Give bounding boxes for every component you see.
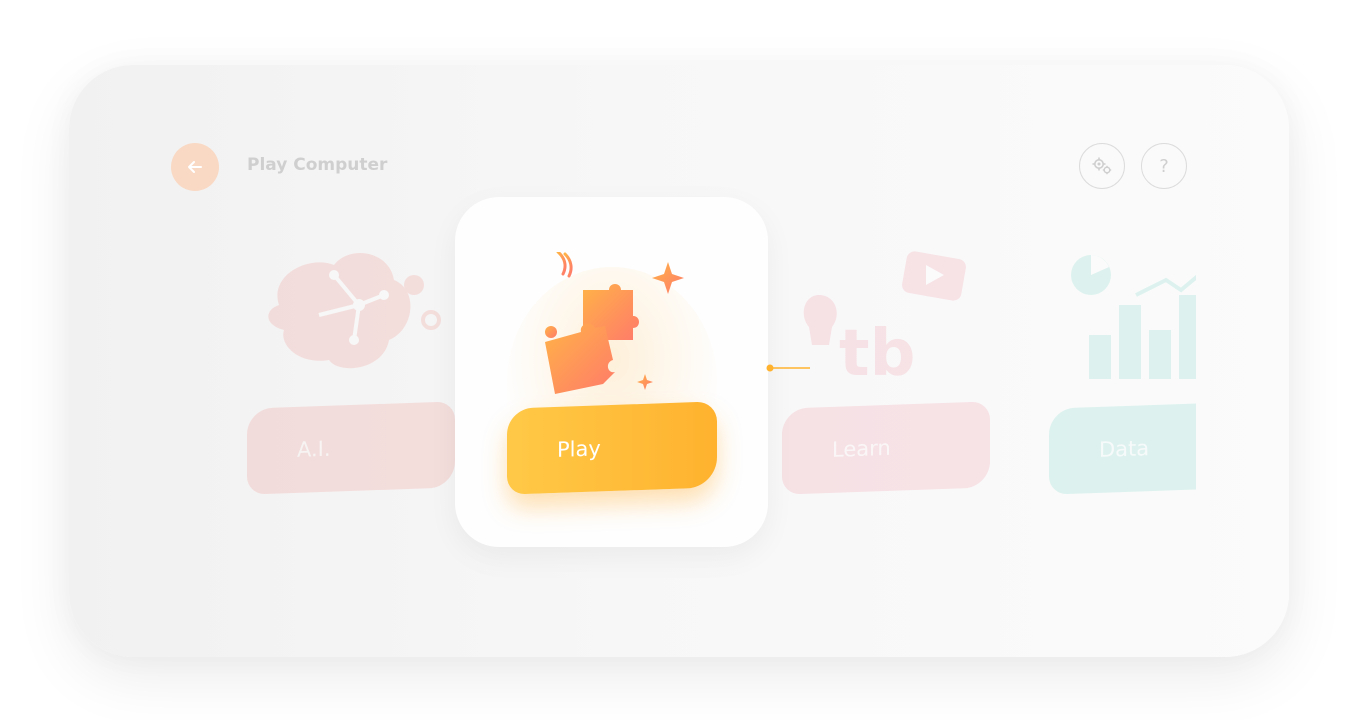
gears-icon [1092, 157, 1112, 175]
settings-button[interactable] [1079, 143, 1125, 189]
back-button[interactable] [171, 143, 219, 191]
bar-chart-icon [1071, 255, 1196, 379]
category-card-learn[interactable]: tb Learn [774, 195, 1024, 555]
app-window: Play Computer ? A.I. tb Learn Data Play [69, 65, 1289, 657]
category-card-play[interactable]: Play [455, 197, 768, 547]
category-label-play: Play [507, 401, 717, 495]
help-icon: ? [1159, 155, 1169, 177]
category-label-ai: A.I. [247, 401, 455, 495]
svg-text:tb: tb [839, 317, 915, 391]
category-label-data: Data [1049, 401, 1196, 495]
help-button[interactable]: ? [1141, 143, 1187, 189]
tb-video-icon: tb [803, 251, 966, 391]
arrow-left-icon [188, 161, 202, 173]
category-card-data[interactable]: Data [1041, 195, 1196, 555]
puzzle-icon [545, 252, 684, 394]
carousel-indicator [766, 364, 810, 372]
page-title: Play Computer [247, 155, 388, 175]
brain-circuit-icon [268, 253, 441, 369]
category-card-ai[interactable]: A.I. [239, 195, 489, 555]
category-label-learn: Learn [782, 401, 990, 495]
